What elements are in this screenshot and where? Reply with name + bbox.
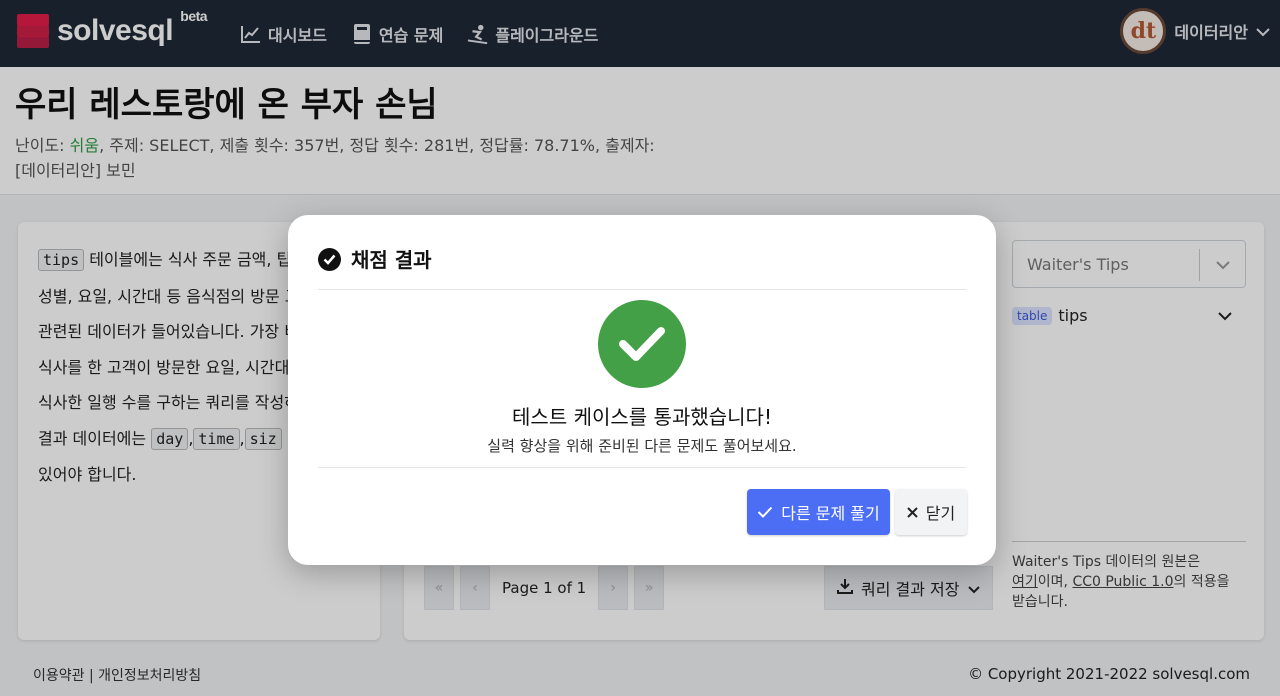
divider [318, 467, 966, 468]
close-label: 닫기 [925, 504, 956, 523]
modal-header: 채점 결과 [318, 245, 966, 290]
solve-another-label: 다른 문제 풀기 [781, 504, 880, 523]
check-icon [757, 503, 773, 522]
check-circle-icon [318, 248, 341, 271]
result-title: 테스트 케이스를 통과했습니다! [512, 405, 772, 429]
close-icon [907, 503, 918, 522]
solve-another-button[interactable]: 다른 문제 풀기 [747, 489, 890, 535]
modal-title: 채점 결과 [351, 248, 432, 272]
result-subtitle: 실력 향상을 위해 준비된 다른 문제도 풀어보세요. [487, 437, 797, 455]
close-button[interactable]: 닫기 [895, 489, 967, 535]
success-check-icon [598, 300, 686, 388]
grading-result-modal: 채점 결과 테스트 케이스를 통과했습니다! 실력 향상을 위해 준비된 다른 … [288, 215, 996, 565]
